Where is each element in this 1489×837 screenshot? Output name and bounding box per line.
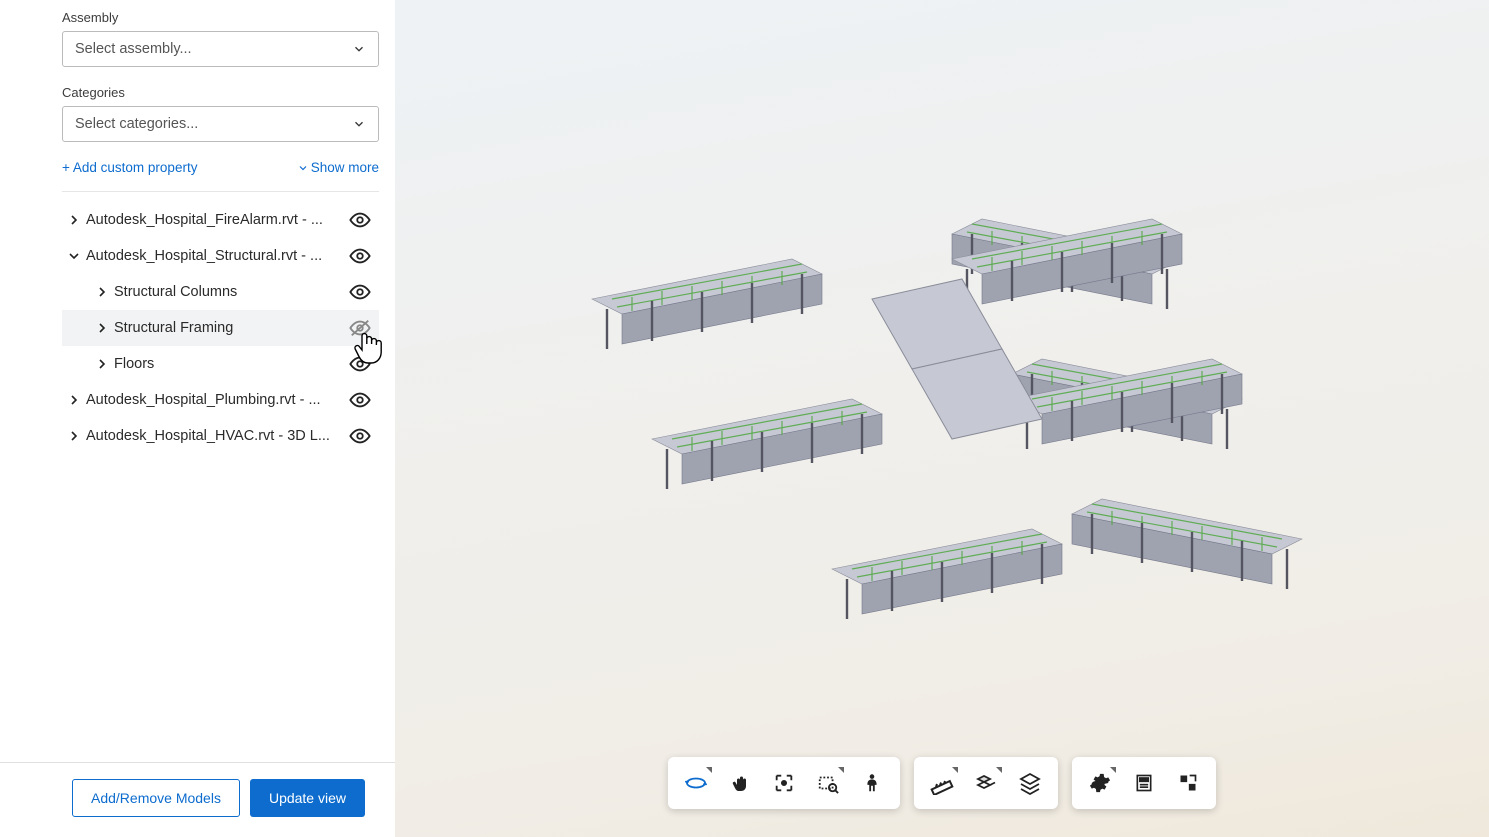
assembly-placeholder: Select assembly... <box>75 41 192 57</box>
chevron-right-icon[interactable] <box>62 212 86 228</box>
tool-zoom-window[interactable] <box>808 763 848 803</box>
chevron-down-icon <box>352 117 366 131</box>
tree-item-label: Autodesk_Hospital_FireAlarm.rvt - ... <box>86 212 345 228</box>
tool-fit[interactable] <box>764 763 804 803</box>
chevron-right-icon[interactable] <box>90 356 114 372</box>
tree-item-label: Autodesk_Hospital_Plumbing.rvt - ... <box>86 392 345 408</box>
orbit-icon <box>684 771 708 795</box>
categories-label: Categories <box>62 85 379 100</box>
tree-item-hvac[interactable]: Autodesk_Hospital_HVAC.rvt - 3D L... <box>62 418 379 454</box>
visibility-toggle[interactable] <box>345 245 375 267</box>
tree-child-columns[interactable]: Structural Columns <box>62 274 379 310</box>
model-render <box>395 0 1489 837</box>
tree-item-label: Autodesk_Hospital_HVAC.rvt - 3D L... <box>86 428 345 444</box>
tree-item-label: Autodesk_Hospital_Structural.rvt - ... <box>86 248 345 264</box>
tool-explode[interactable] <box>966 763 1006 803</box>
tree-item-label: Structural Columns <box>114 284 345 300</box>
visibility-toggle[interactable] <box>345 281 375 303</box>
visibility-toggle[interactable] <box>345 389 375 411</box>
tool-measure[interactable] <box>922 763 962 803</box>
model-viewer[interactable] <box>395 0 1489 837</box>
viewer-toolbar <box>668 757 1216 809</box>
tool-layers[interactable] <box>1010 763 1050 803</box>
tool-properties[interactable] <box>1124 763 1164 803</box>
eye-icon <box>349 245 371 267</box>
divider <box>62 191 379 192</box>
links-row: + Add custom property Show more <box>62 160 379 175</box>
gear-icon <box>1089 772 1111 794</box>
person-icon <box>861 772 883 794</box>
tree-item-label: Structural Framing <box>114 320 345 336</box>
chevron-right-icon[interactable] <box>62 392 86 408</box>
layers-icon <box>1018 771 1042 795</box>
tree-item-plumbing[interactable]: Autodesk_Hospital_Plumbing.rvt - ... <box>62 382 379 418</box>
show-more-link[interactable]: Show more <box>297 160 379 175</box>
tool-settings[interactable] <box>1080 763 1120 803</box>
eye-icon <box>349 209 371 231</box>
chevron-right-icon[interactable] <box>90 284 114 300</box>
tree-item-label: Floors <box>114 356 345 372</box>
visibility-toggle[interactable] <box>345 425 375 447</box>
tool-fullscreen[interactable] <box>1168 763 1208 803</box>
sidebar-content: Assembly Select assembly... Categories S… <box>0 0 395 762</box>
properties-icon <box>1134 773 1154 793</box>
fit-icon <box>773 772 795 794</box>
tree-item-structural[interactable]: Autodesk_Hospital_Structural.rvt - ... <box>62 238 379 274</box>
explode-icon <box>974 771 998 795</box>
flyout-indicator-icon <box>706 767 712 773</box>
flyout-indicator-icon <box>1110 767 1116 773</box>
categories-placeholder: Select categories... <box>75 116 198 132</box>
visibility-toggle[interactable] <box>345 353 375 375</box>
chevron-right-icon[interactable] <box>90 320 114 336</box>
tool-group-measure <box>914 757 1058 809</box>
chevron-down-icon[interactable] <box>62 248 86 264</box>
visibility-toggle[interactable] <box>345 209 375 231</box>
ruler-icon <box>930 771 954 795</box>
tree-child-framing[interactable]: Structural Framing <box>62 310 379 346</box>
tool-pan[interactable] <box>720 763 760 803</box>
visibility-toggle[interactable] <box>345 317 375 339</box>
sidebar-footer: Add/Remove Models Update view <box>0 762 395 837</box>
eye-off-icon <box>349 317 371 339</box>
eye-icon <box>349 389 371 411</box>
chevron-down-icon <box>297 162 309 174</box>
flyout-indicator-icon <box>952 767 958 773</box>
fullscreen-icon <box>1178 773 1198 793</box>
tool-orbit[interactable] <box>676 763 716 803</box>
building-model-icon <box>532 139 1352 699</box>
add-custom-property-link[interactable]: + Add custom property <box>62 160 197 175</box>
flyout-indicator-icon <box>996 767 1002 773</box>
sidebar-panel: Assembly Select assembly... Categories S… <box>0 0 395 837</box>
tree-item-firealarm[interactable]: Autodesk_Hospital_FireAlarm.rvt - ... <box>62 202 379 238</box>
categories-select[interactable]: Select categories... <box>62 106 379 142</box>
chevron-right-icon[interactable] <box>62 428 86 444</box>
eye-icon <box>349 425 371 447</box>
eye-icon <box>349 281 371 303</box>
chevron-down-icon <box>352 42 366 56</box>
pan-icon <box>728 771 752 795</box>
zoom-window-icon <box>817 772 839 794</box>
model-tree: Autodesk_Hospital_FireAlarm.rvt - ... Au… <box>62 202 379 454</box>
assembly-label: Assembly <box>62 10 379 25</box>
tool-group-settings <box>1072 757 1216 809</box>
show-more-text: Show more <box>311 160 379 175</box>
assembly-select[interactable]: Select assembly... <box>62 31 379 67</box>
tool-walk[interactable] <box>852 763 892 803</box>
tool-group-navigation <box>668 757 900 809</box>
update-view-button[interactable]: Update view <box>250 779 365 817</box>
tree-child-floors[interactable]: Floors <box>62 346 379 382</box>
eye-icon <box>349 353 371 375</box>
add-remove-models-button[interactable]: Add/Remove Models <box>72 779 240 817</box>
flyout-indicator-icon <box>838 767 844 773</box>
